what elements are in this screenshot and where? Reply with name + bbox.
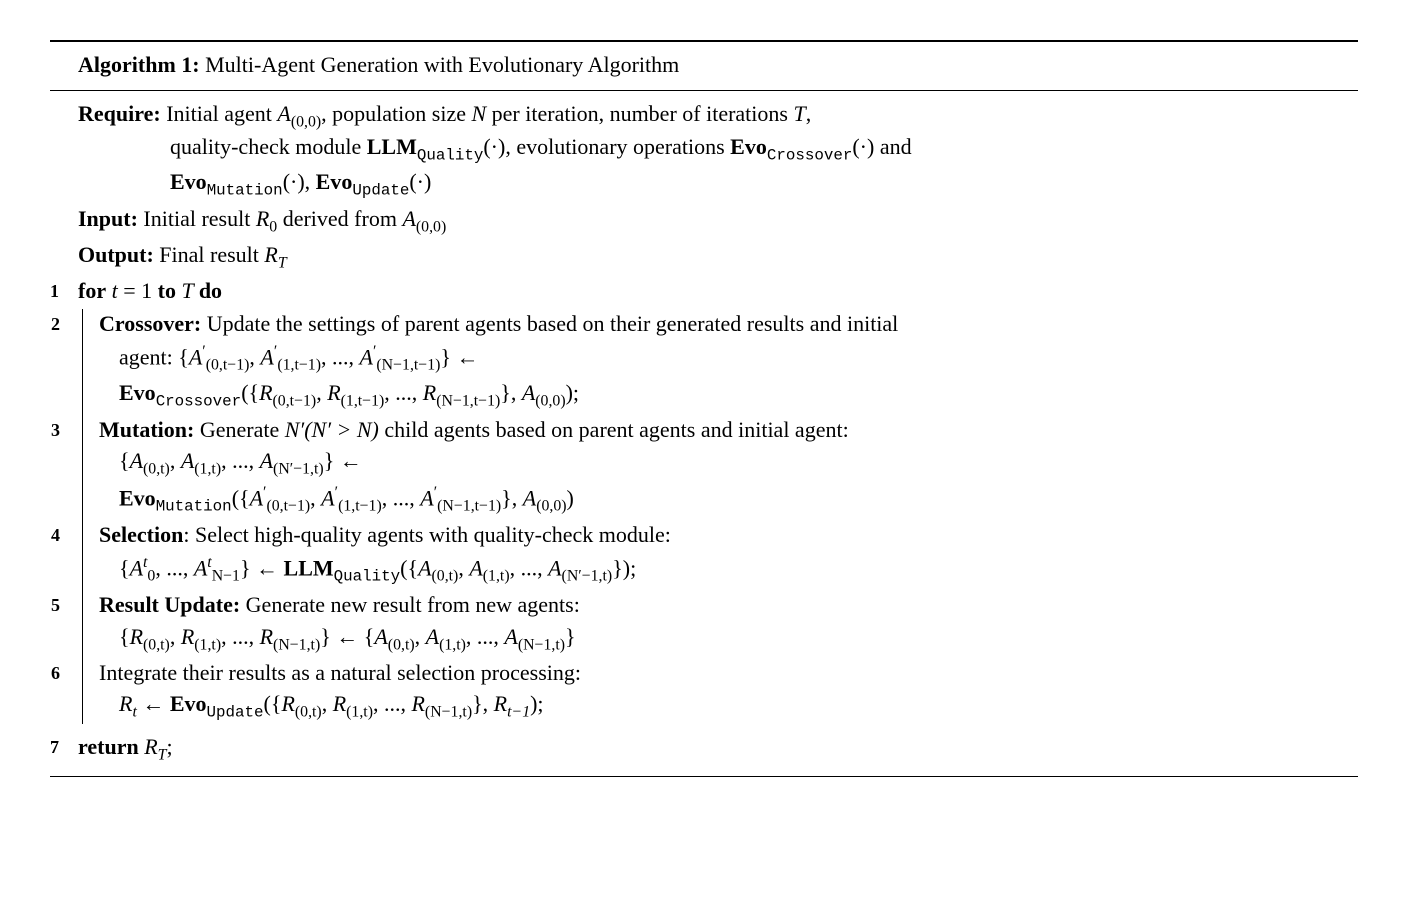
line-6: 6 Integrate their results as a natural s…	[51, 658, 1358, 724]
line-3: 3 Mutation: Generate N′(N′ > N) child ag…	[51, 415, 1358, 519]
algorithm-label: Algorithm 1:	[78, 52, 200, 77]
algorithm-title-text: Multi-Agent Generation with Evolutionary…	[205, 52, 679, 77]
algorithm-title: Algorithm 1: Multi-Agent Generation with…	[50, 48, 1358, 84]
rule-top	[50, 40, 1358, 42]
require-row: Require: Initial agent A(0,0), populatio…	[50, 99, 1358, 202]
output-label: Output:	[78, 242, 154, 267]
line-7: 7 return RT;	[50, 732, 1358, 766]
algorithm-block: Algorithm 1: Multi-Agent Generation with…	[50, 40, 1358, 777]
line-1: 1 for t = 1 to T do	[50, 276, 1358, 306]
line-4: 4 Selection: Select high-quality agents …	[51, 520, 1358, 588]
output-row: Output: Final result RT	[50, 240, 1358, 274]
rule-bottom	[50, 776, 1358, 777]
require-label: Require:	[78, 101, 161, 126]
input-row: Input: Initial result R0 derived from A(…	[50, 204, 1358, 238]
algorithm-body: Require: Initial agent A(0,0), populatio…	[50, 99, 1358, 766]
line-5: 5 Result Update: Generate new result fro…	[51, 590, 1358, 655]
line-2: 2 Crossover: Update the settings of pare…	[51, 309, 1358, 413]
rule-mid	[50, 90, 1358, 91]
input-label: Input:	[78, 206, 138, 231]
loop-body: 2 Crossover: Update the settings of pare…	[50, 307, 1358, 726]
